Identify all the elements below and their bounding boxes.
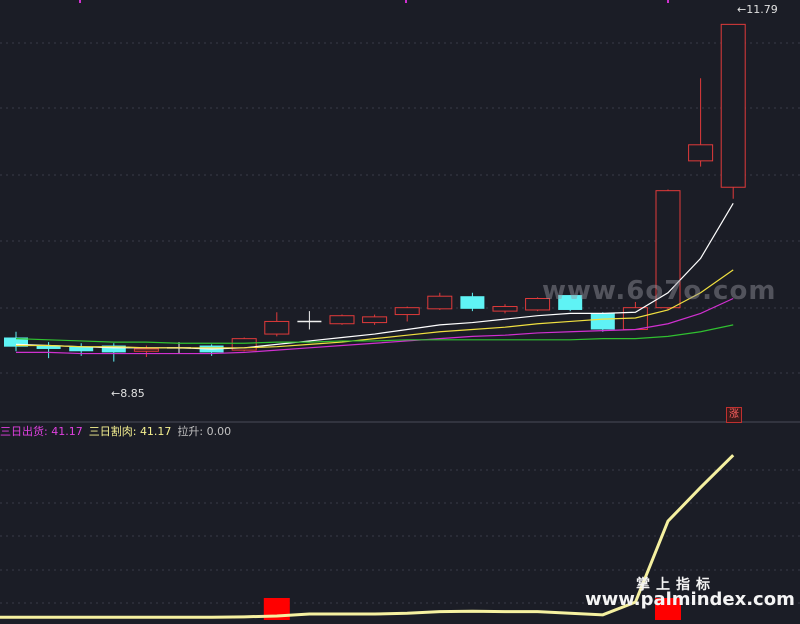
top-marker — [667, 0, 669, 3]
top-marker — [405, 0, 407, 3]
indicator-legend: 三日出货: 41.17 三日割肉: 41.17 拉升: 0.00 — [0, 423, 231, 439]
candle-body — [133, 348, 159, 352]
limit-up-tag: 涨 — [726, 407, 742, 423]
candle-body — [394, 307, 420, 316]
low-price-label: ←8.85 — [111, 387, 145, 400]
legend-item-sanri-gerou: 三日割肉: 41.17 — [89, 423, 172, 439]
legend-value: 0.00 — [206, 425, 232, 438]
candle-body — [460, 296, 485, 309]
arrow-left-icon: ← — [737, 3, 747, 16]
stock-chart — [0, 0, 800, 620]
candle-body — [492, 306, 518, 312]
candle-body — [362, 316, 388, 324]
high-price-value: 11.79 — [746, 3, 778, 16]
low-price-value: 8.85 — [120, 387, 145, 400]
arrow-left-icon: ← — [111, 387, 121, 400]
legend-name: 三日出货: — [0, 425, 48, 438]
candle-body — [590, 313, 615, 330]
candlesticks — [4, 23, 746, 362]
top-marker — [79, 0, 81, 3]
watermark-palmindex: www.palmindex.com — [585, 589, 795, 610]
legend-value: 41.17 — [139, 425, 172, 438]
legend-value: 41.17 — [51, 425, 83, 438]
legend-item-sanri-chuhuo: 三日出货: 41.17 — [0, 423, 83, 439]
candle-body — [264, 320, 290, 335]
legend-item-lasheng: 拉升: 0.00 — [177, 423, 231, 439]
candle-body — [427, 295, 453, 310]
watermark-6o7o: www.6o7o.com — [542, 276, 777, 306]
candle-body — [329, 315, 355, 325]
high-price-label: ←11.79 — [737, 3, 778, 16]
legend-name: 三日割肉: — [88, 425, 137, 438]
candle-body — [720, 23, 746, 188]
legend-name: 拉升: — [177, 425, 204, 438]
candle-body — [688, 144, 714, 162]
